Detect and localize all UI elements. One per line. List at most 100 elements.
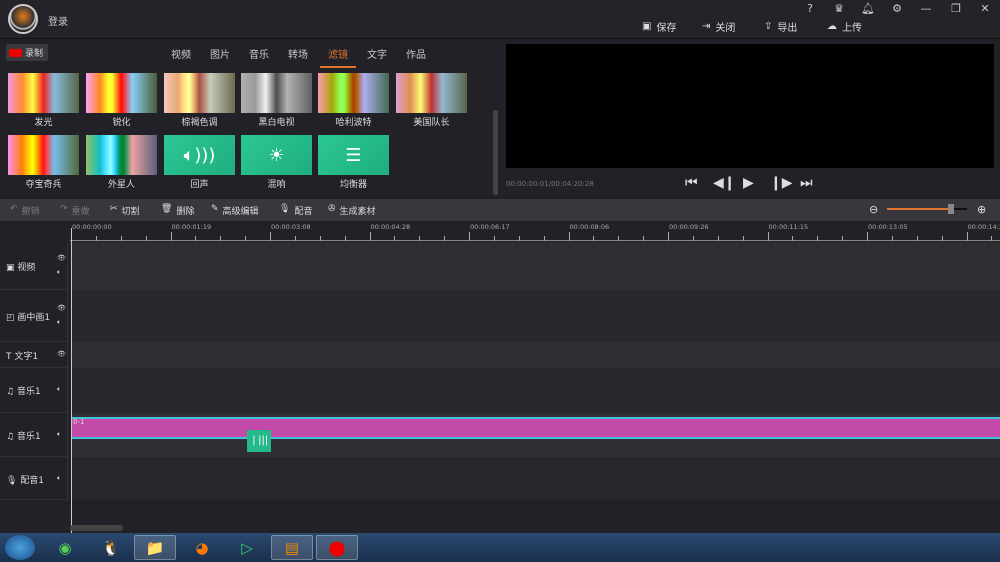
generate-button[interactable]: ✇ 生成素材 (328, 204, 376, 217)
filter-thumb-bw-tv[interactable] (241, 73, 312, 113)
filter-thumb-indiana-jones[interactable] (8, 135, 79, 175)
tab-video[interactable]: 视频 (171, 46, 191, 61)
filter-label: 均衡器 (339, 180, 367, 190)
video-editor-taskbar-icon[interactable]: ▤ (271, 535, 313, 560)
save-button[interactable]: ▣ 保存 (642, 19, 676, 34)
music-note-icon: ♫ (6, 432, 17, 442)
play-icon[interactable]: ▶ (743, 175, 754, 191)
eye-icon[interactable]: 👁︎ (57, 350, 66, 358)
skip-end-icon[interactable]: ⏭ (800, 175, 813, 191)
playhead[interactable] (71, 228, 72, 533)
speaker-icon[interactable]: 🔈︎ (57, 318, 61, 327)
upload-button[interactable]: ☁ 上传 (827, 19, 862, 34)
speaker-icon[interactable]: 🔈︎ (57, 268, 61, 277)
track-name: ▣ 视频 (6, 263, 36, 273)
gear-icon[interactable]: ⚙ (889, 2, 905, 15)
library-scrollbar[interactable] (493, 110, 498, 195)
ruler-tick (195, 236, 197, 241)
preview-screen (506, 44, 994, 168)
ruler-tick (941, 236, 943, 241)
clip-label: 0-1 (73, 418, 85, 426)
equalizer-icon[interactable]: ☰ (318, 135, 389, 175)
track-row-pip[interactable] (71, 290, 1000, 342)
speaker-icon[interactable]: 🔈︎ (57, 474, 61, 483)
browser-360-icon[interactable]: ◉ (50, 535, 80, 560)
ruler-label: 00:00:09:26 (669, 223, 709, 231)
start-button[interactable] (5, 535, 35, 560)
ruler-tick (991, 236, 993, 241)
microphone-icon: 🎙︎ (279, 204, 291, 214)
track-row-text[interactable] (71, 342, 1000, 368)
eye-icon[interactable]: 👁︎ (57, 254, 66, 262)
zoom-in-icon[interactable]: ⊕ (977, 203, 986, 216)
timeline-scrollbar[interactable] (70, 525, 123, 531)
filter-thumb-sepia[interactable] (164, 73, 235, 113)
restore-icon[interactable]: ❐ (948, 2, 964, 15)
app-logo[interactable] (8, 4, 38, 34)
echo-icon[interactable]: 🔈︎))) (164, 135, 235, 175)
export-button[interactable]: ⇪ 导出 (764, 19, 797, 34)
track-row-dub[interactable] (71, 457, 1000, 500)
filter-label: 锐化 (112, 118, 131, 128)
filter-label: 黑白电视 (258, 118, 295, 128)
prev-frame-icon[interactable]: ◀❙ (713, 175, 736, 191)
speaker-icon[interactable]: 🔈︎ (57, 385, 61, 394)
upload-icon: ☁ (827, 21, 837, 32)
tab-filter[interactable]: 滤镜 (320, 46, 356, 68)
tab-music[interactable]: 音乐 (249, 46, 269, 61)
ruler-tick (891, 236, 893, 241)
reverb-icon[interactable]: ☀ (241, 135, 312, 175)
filter-label: 美国队长 (413, 118, 450, 128)
filter-thumb-glow[interactable] (8, 73, 79, 113)
dub-button[interactable]: 🎙︎ 配音 (279, 204, 312, 217)
tab-transition[interactable]: 转场 (288, 46, 308, 61)
file-explorer-icon[interactable]: 📁 (134, 535, 176, 560)
tab-works[interactable]: 作品 (406, 46, 426, 61)
advanced-edit-button[interactable]: ✎ 高级编辑 (211, 204, 259, 217)
filter-thumb-sharpen[interactable] (86, 73, 157, 113)
help-icon[interactable]: ? (802, 2, 818, 15)
audio-clip[interactable] (72, 417, 1000, 439)
zoom-out-icon[interactable]: ⊖ (869, 203, 878, 216)
ruler-tick (319, 236, 321, 241)
zoom-slider-handle[interactable] (948, 204, 954, 214)
filter-thumb-harry-potter[interactable] (318, 73, 389, 113)
close-icon[interactable]: ✕ (977, 2, 993, 15)
track-row-video[interactable] (71, 242, 1000, 290)
close-project-button[interactable]: ⇥ 关闭 (702, 19, 735, 34)
ruler-tick (593, 236, 595, 241)
eye-icon[interactable]: 👁︎ (57, 304, 66, 312)
vip-crown-icon[interactable]: ♛ (831, 2, 847, 15)
speaker-icon[interactable]: 🔈︎ (57, 430, 61, 439)
skip-start-icon[interactable]: ⏮ (685, 175, 698, 191)
cut-button[interactable]: ✂ 切割 (110, 204, 140, 217)
filter-thumb-alien[interactable] (86, 135, 157, 175)
ruler-tick (742, 236, 744, 241)
ruler-tick (543, 236, 545, 241)
ruler-tick (95, 236, 97, 241)
undo-label: 撤销 (21, 207, 40, 217)
minimize-icon[interactable]: — (918, 2, 934, 15)
firefox-icon[interactable]: ◕ (187, 535, 217, 560)
screen-recorder-icon[interactable]: ⬤ (316, 535, 358, 560)
notification-icon[interactable]: 🔔︎ (860, 2, 876, 15)
media-player-icon[interactable]: ▷ (232, 535, 262, 560)
track-row-music[interactable] (71, 368, 1000, 413)
dragged-echo-effect-icon[interactable]: ❘||| (247, 430, 271, 452)
tab-image[interactable]: 图片 (210, 46, 230, 61)
qq-icon[interactable]: 🐧 (96, 535, 126, 560)
login-link[interactable]: 登录 (48, 13, 68, 28)
filter-label: 哈利波特 (335, 118, 372, 128)
pencil-icon: ✎ (211, 204, 219, 214)
next-frame-icon[interactable]: ❙▶ (770, 175, 793, 191)
record-button[interactable]: 录制 (6, 44, 48, 61)
redo-button[interactable]: ↷ 重做 (60, 204, 90, 217)
ruler-tick (792, 236, 794, 241)
undo-button[interactable]: ↶ 撤销 (10, 204, 40, 217)
video-icon: ▣ (6, 263, 18, 273)
tab-text[interactable]: 文字 (367, 46, 387, 61)
delete-button[interactable]: 🗑︎ 删除 (161, 204, 194, 217)
ruler-label: 00:00:11:15 (768, 223, 809, 231)
filter-label: 回声 (190, 180, 209, 190)
filter-thumb-captain-america[interactable] (396, 73, 467, 113)
